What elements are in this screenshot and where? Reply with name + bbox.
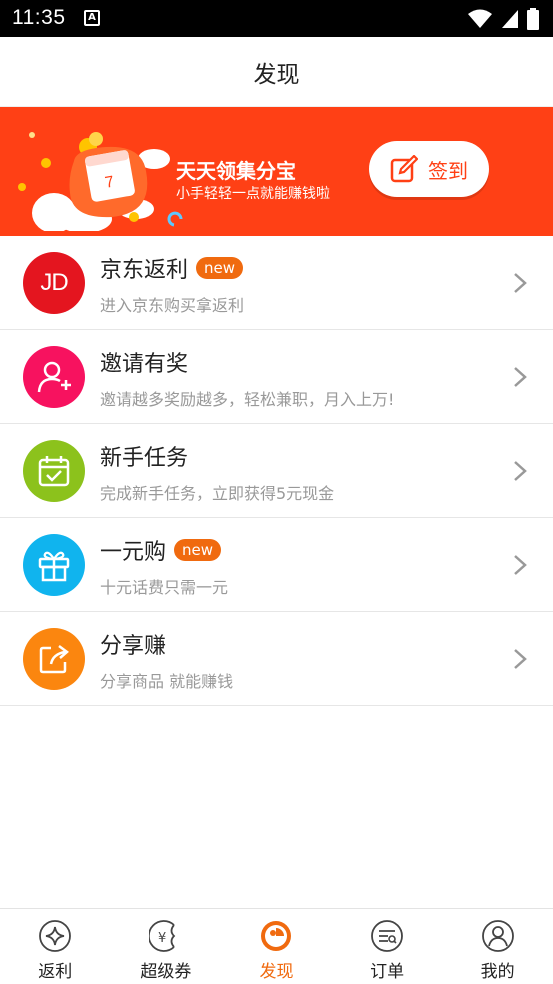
nav-item-rebate[interactable]: 返利 xyxy=(0,909,111,984)
checkin-button[interactable]: 签到 xyxy=(369,141,489,197)
item-desc: 十元话费只需一元 xyxy=(100,578,229,597)
item-title: 新手任务 xyxy=(100,440,188,472)
add-user-icon xyxy=(23,346,85,408)
checkin-label: 签到 xyxy=(428,158,468,183)
discover-icon xyxy=(261,921,292,951)
discover-list: JD 京东返利 new 进入京东购买拿返利 邀请有奖 邀请越多奖励越多，轻松兼职… xyxy=(0,236,553,706)
jd-icon: JD xyxy=(23,252,85,314)
nav-label: 发现 xyxy=(259,962,294,982)
nav-item-coupon[interactable]: ¥ 超级券 xyxy=(111,909,222,984)
share-glyph xyxy=(39,645,69,674)
status-bar: 11:35 A xyxy=(0,0,553,37)
item-title-text: 新手任务 xyxy=(100,446,189,471)
chevron-right-icon xyxy=(514,649,527,669)
banner-subtitle: 小手轻轻一点就能赚钱啦 xyxy=(176,186,330,202)
nav-item-profile[interactable]: 我的 xyxy=(442,909,553,984)
svg-text:¥: ¥ xyxy=(158,931,166,946)
new-badge: new xyxy=(174,539,222,561)
gift-icon xyxy=(23,534,85,596)
rebate-icon xyxy=(39,920,72,952)
item-title-text: 一元购 xyxy=(100,540,167,565)
status-icons xyxy=(467,8,539,30)
list-item-invite[interactable]: 邀请有奖 邀请越多奖励越多，轻松兼职，月入上万! xyxy=(0,330,553,424)
banner-title: 天天领集分宝 xyxy=(176,159,296,183)
page-header: 发现 xyxy=(0,37,553,107)
nav-label: 订单 xyxy=(370,962,405,982)
nav-item-order[interactable]: 订单 xyxy=(332,909,443,984)
coupon-icon: ¥ xyxy=(148,920,176,952)
order-icon xyxy=(371,920,403,952)
list-item-share-earn[interactable]: 分享赚 分享商品 就能赚钱 xyxy=(0,612,553,706)
calendar-check-icon xyxy=(23,440,85,502)
bottom-nav: 返利 ¥ 超级券 发现 订单 我的 xyxy=(0,908,553,984)
chevron-right-icon xyxy=(514,555,527,575)
chevron-right-icon xyxy=(514,367,527,387)
chevron-right-icon xyxy=(514,273,527,293)
status-time: 11:35 xyxy=(12,6,66,29)
list-item-one-yuan[interactable]: 一元购 new 十元话费只需一元 xyxy=(0,518,553,612)
item-title-text: 分享赚 xyxy=(100,634,167,659)
money-bag-illustration: 7 xyxy=(18,132,183,231)
item-desc: 分享商品 就能赚钱 xyxy=(100,672,234,691)
item-desc: 进入京东购买拿返利 xyxy=(100,296,245,315)
nav-label: 返利 xyxy=(38,962,73,982)
item-title: 分享赚 xyxy=(100,628,166,660)
chevron-right-icon xyxy=(514,461,527,481)
page-title: 发现 xyxy=(253,61,300,88)
calendar-check-glyph xyxy=(38,456,70,487)
battery-icon xyxy=(527,8,539,30)
item-title-text: 京东返利 xyxy=(100,258,189,283)
jd-logo-text: JD xyxy=(40,269,68,296)
item-desc: 邀请越多奖励越多，轻松兼职，月入上万! xyxy=(100,390,395,409)
nav-item-discover[interactable]: 发现 xyxy=(221,909,332,984)
item-title-text: 邀请有奖 xyxy=(100,352,189,377)
item-title: 京东返利 new xyxy=(100,252,244,284)
list-item-jd-rebate[interactable]: JD 京东返利 new 进入京东购买拿返利 xyxy=(0,236,553,330)
item-title: 邀请有奖 xyxy=(100,346,188,378)
edit-icon xyxy=(390,155,418,183)
new-badge: new xyxy=(196,257,244,279)
signal-icon xyxy=(502,10,518,28)
nav-label: 我的 xyxy=(480,962,515,982)
list-item-newbie-task[interactable]: 新手任务 完成新手任务，立即获得5元现金 xyxy=(0,424,553,518)
checkin-banner[interactable]: 7 天天领集分宝 小手轻轻一点就能赚钱啦 签到 xyxy=(0,107,553,236)
gift-glyph xyxy=(38,551,70,582)
notification-icon: A xyxy=(84,10,100,26)
wifi-icon xyxy=(468,9,492,28)
item-title: 一元购 new xyxy=(100,534,222,566)
share-icon xyxy=(23,628,85,690)
item-desc: 完成新手任务，立即获得5元现金 xyxy=(100,484,335,503)
profile-icon xyxy=(481,920,514,952)
nav-label: 超级券 xyxy=(140,962,192,982)
add-user-glyph xyxy=(37,361,71,393)
